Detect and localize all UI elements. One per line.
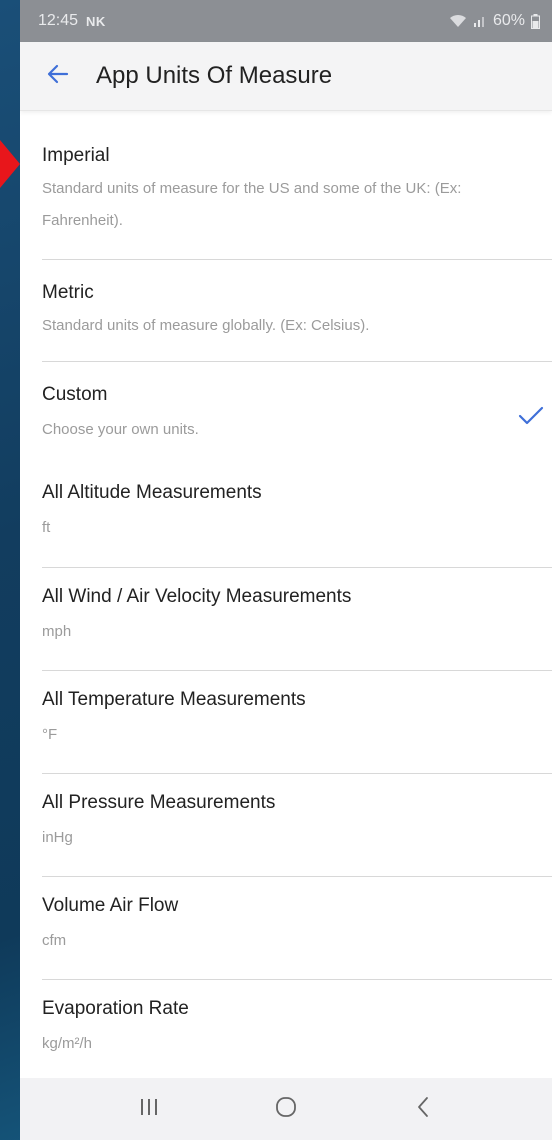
measurement-altitude[interactable]: All Altitude Measurements ft — [20, 464, 552, 567]
signal-icon — [473, 14, 487, 28]
option-metric[interactable]: Metric Standard units of measure globall… — [20, 260, 552, 361]
recents-icon — [139, 1097, 159, 1122]
back-arrow-icon — [47, 64, 69, 89]
measurement-temperature[interactable]: All Temperature Measurements °F — [20, 671, 552, 773]
wifi-icon — [449, 14, 467, 28]
measurement-title: All Wind / Air Velocity Measurements — [42, 586, 352, 607]
home-button[interactable] — [256, 1089, 316, 1129]
back-icon — [416, 1096, 430, 1123]
battery-icon — [531, 13, 540, 29]
measurement-unit: °F — [42, 726, 58, 743]
measurement-title: All Altitude Measurements — [42, 482, 262, 503]
option-description: Choose your own units. — [42, 421, 199, 438]
recents-button[interactable] — [119, 1089, 179, 1129]
battery-percent: 60% — [492, 12, 525, 29]
home-icon — [274, 1095, 298, 1124]
app-bar: App Units Of Measure — [20, 42, 552, 111]
measurement-pressure[interactable]: All Pressure Measurements inHg — [20, 774, 552, 876]
measurement-wind[interactable]: All Wind / Air Velocity Measurements mph — [20, 568, 552, 670]
checkmark-icon — [518, 406, 546, 426]
measurement-title: Volume Air Flow — [42, 895, 179, 916]
option-title: Custom — [42, 384, 108, 405]
measurement-unit: kg/m²/h — [42, 1035, 93, 1052]
phone-screen: 12:45 NK 60% App Units Of Measure Imperi… — [20, 0, 552, 1140]
status-bar: 12:45 NK 60% — [20, 0, 552, 42]
measurement-unit: mph — [42, 623, 72, 640]
option-description: Standard units of measure globally. (Ex:… — [42, 317, 370, 334]
carrier-badge: NK — [86, 13, 106, 29]
system-nav-bar — [20, 1078, 552, 1140]
settings-list: Imperial Standard units of measure for t… — [20, 123, 552, 1082]
option-title: Imperial — [42, 145, 110, 166]
option-description: Standard units of measure for the US and… — [42, 180, 462, 229]
measurement-title: All Pressure Measurements — [42, 792, 276, 813]
status-time: 12:45 — [38, 12, 79, 29]
option-imperial[interactable]: Imperial Standard units of measure for t… — [20, 123, 552, 259]
measurement-title: All Temperature Measurements — [42, 689, 306, 710]
back-button[interactable] — [20, 42, 96, 110]
page-title: App Units Of Measure — [96, 62, 333, 89]
option-title: Metric — [42, 282, 94, 303]
measurement-unit: cfm — [42, 932, 67, 949]
measurement-unit: ft — [42, 519, 51, 536]
annotation-arrow — [0, 140, 20, 188]
nav-back-button[interactable] — [393, 1089, 453, 1129]
measurement-unit: inHg — [42, 829, 73, 846]
measurement-title: Evaporation Rate — [42, 998, 189, 1019]
option-custom[interactable]: Custom Choose your own units. — [20, 362, 552, 464]
measurement-evaporation-rate[interactable]: Evaporation Rate kg/m²/h — [20, 980, 552, 1082]
measurement-volume-air-flow[interactable]: Volume Air Flow cfm — [20, 877, 552, 979]
